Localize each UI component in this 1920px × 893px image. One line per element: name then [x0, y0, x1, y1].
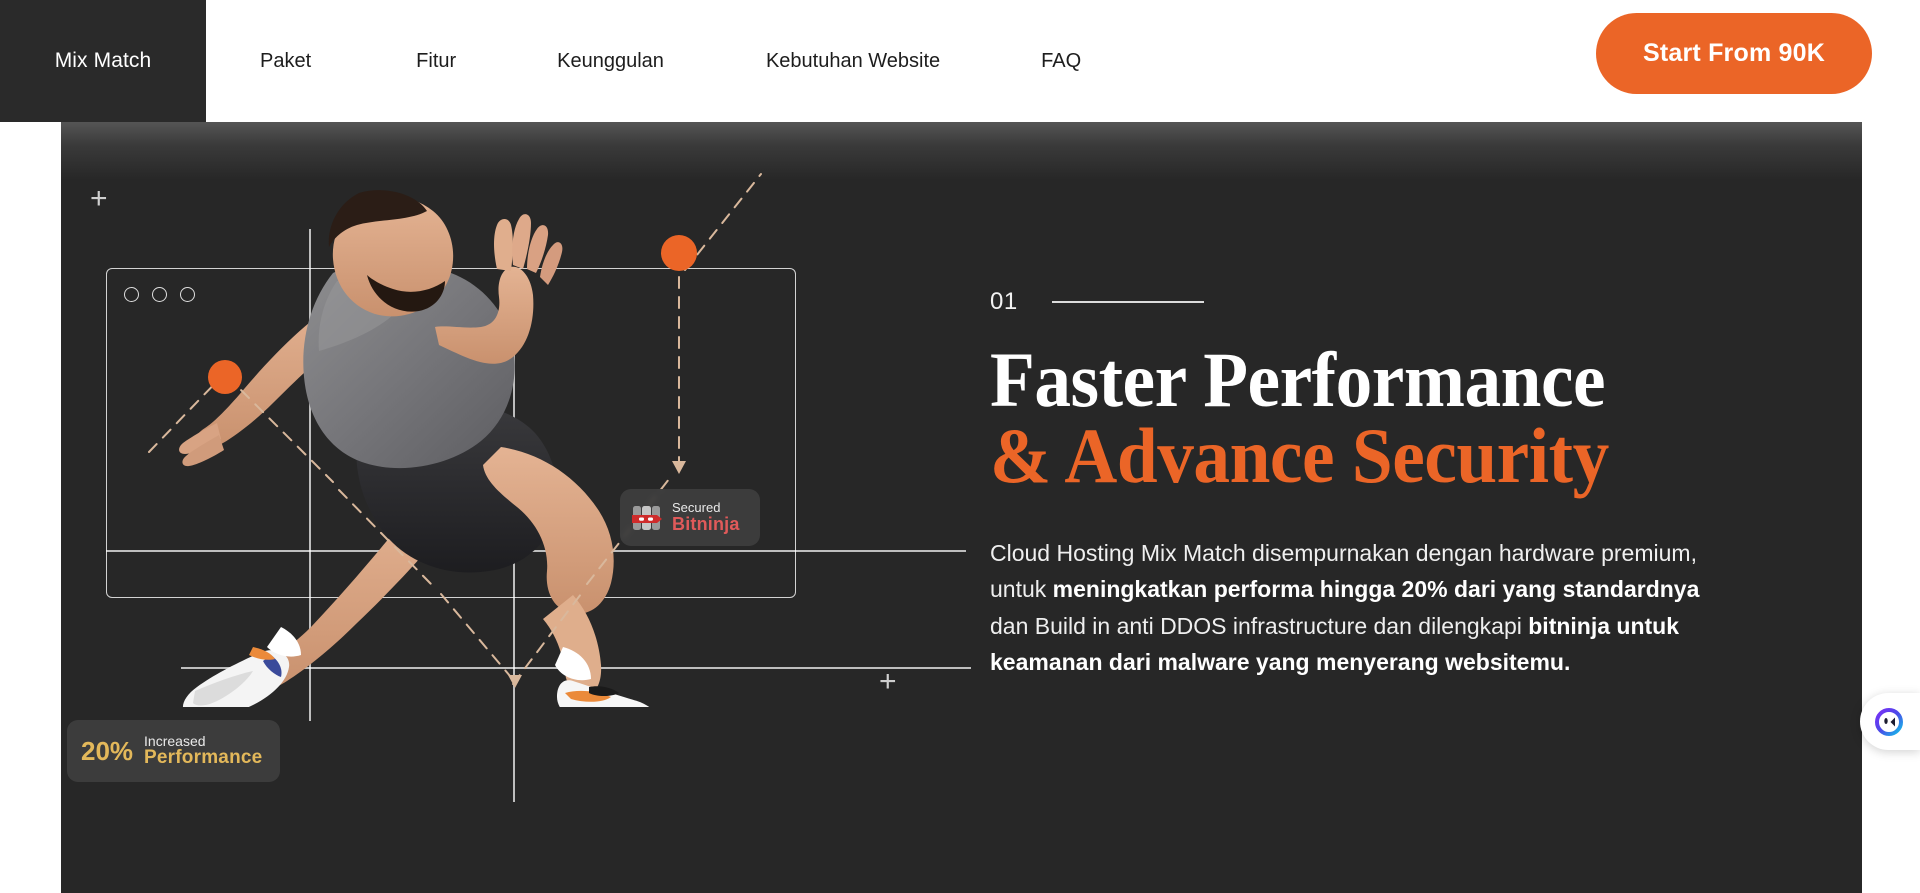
accent-dot — [208, 360, 242, 394]
nav-links: Paket Fitur Keunggulan Kebutuhan Website… — [206, 0, 1081, 122]
paragraph-part-2: dan Build in anti DDOS infrastructure da… — [990, 612, 1529, 639]
brand-logo-block[interactable]: Mix Match — [0, 0, 206, 122]
page-root: Mix Match Paket Fitur Keunggulan Kebutuh… — [0, 0, 1920, 893]
security-text: Secured Bitninja — [672, 501, 740, 534]
nav-item-kebutuhan-website[interactable]: Kebutuhan Website — [766, 50, 940, 73]
hero-section: + + 20% Increased Performance Secured Bi… — [61, 122, 1862, 893]
performance-badge: 20% Increased Performance — [67, 720, 280, 782]
performance-percent: 20% — [81, 735, 134, 766]
main-navbar: Mix Match Paket Fitur Keunggulan Kebutuh… — [0, 0, 1920, 122]
headline-line-2: & Advance Security — [990, 411, 1609, 499]
security-label-top: Secured — [672, 500, 721, 516]
security-badge: Secured Bitninja — [620, 489, 760, 546]
hero-copy-column: 01 Faster Performance & Advance Security… — [990, 122, 1810, 680]
nav-item-faq[interactable]: FAQ — [1041, 50, 1081, 73]
nav-item-keunggulan[interactable]: Keunggulan — [557, 50, 664, 73]
headline-line-1: Faster Performance — [990, 336, 1606, 423]
eyebrow-divider — [1051, 301, 1204, 303]
section-eyebrow: 01 — [990, 288, 1810, 316]
paragraph-bold-1: meningkatkan performa hingga 20% dari ya… — [1052, 576, 1700, 603]
performance-text: Increased Performance — [144, 732, 263, 769]
accent-dot — [661, 235, 697, 271]
performance-label-bottom: Performance — [144, 747, 263, 769]
hero-paragraph: Cloud Hosting Mix Match disempurnakan de… — [990, 535, 1720, 679]
chat-widget-launcher[interactable] — [1860, 693, 1920, 750]
nav-item-paket[interactable]: Paket — [260, 50, 311, 73]
chat-bot-icon — [1875, 707, 1903, 736]
page-title: Faster Performance & Advance Security — [990, 336, 1761, 499]
security-label-bottom: Bitninja — [672, 513, 740, 534]
nav-item-fitur[interactable]: Fitur — [416, 50, 456, 73]
section-number: 01 — [990, 288, 1018, 315]
start-from-90k-button[interactable]: Start From 90K — [1596, 13, 1872, 94]
performance-label-top: Increased — [144, 732, 206, 749]
brand-label: Mix Match — [54, 49, 152, 72]
bitninja-ninja-icon — [632, 505, 662, 530]
hero-visual-stage: 20% Increased Performance Secured Bitnin… — [61, 122, 971, 893]
